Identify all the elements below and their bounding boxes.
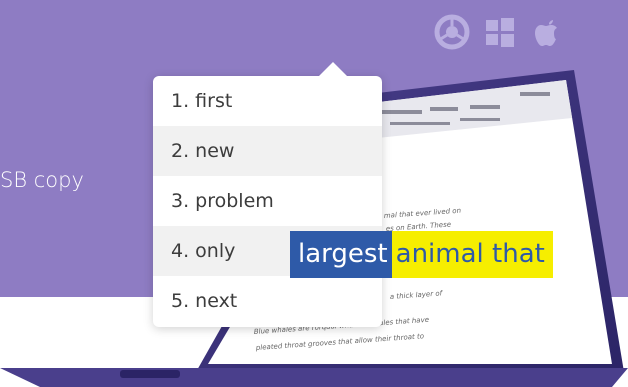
suggestion-item[interactable]: 3. problem [153,176,382,226]
word-prediction-popup: 1. first 2. new 3. problem 4. only 5. ne… [153,62,382,327]
suggestion-item[interactable]: 2. new [153,126,382,176]
suggestion-list: 1. first 2. new 3. problem 4. only 5. ne… [153,76,382,326]
highlighted-text: largest animal that [290,231,553,278]
following-text-highlight: animal that [391,231,553,278]
popup-caret [319,62,347,76]
suggestion-item[interactable]: 1. first [153,76,382,126]
laptop-base [0,368,628,387]
suggestion-item[interactable]: 5. next [153,276,382,326]
selected-word: largest [290,231,392,278]
